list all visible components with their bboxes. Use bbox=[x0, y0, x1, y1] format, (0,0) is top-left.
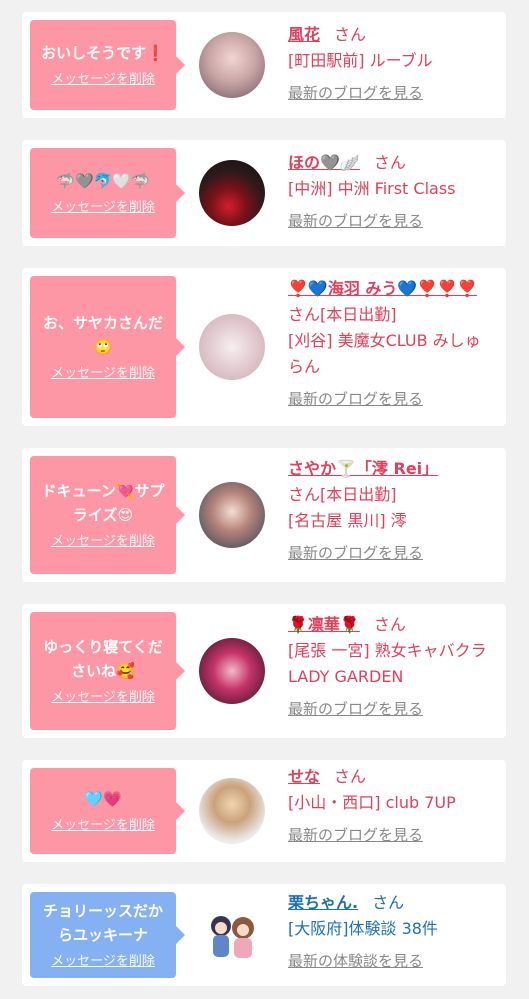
avatar[interactable] bbox=[199, 482, 265, 548]
avatar[interactable] bbox=[199, 638, 265, 704]
honorific: さん bbox=[373, 153, 406, 172]
avatar[interactable] bbox=[199, 902, 265, 968]
message-list: おいしそうです❗ メッセージを削除 風花 さん [町田駅前] ルーブル 最新のブロ… bbox=[0, 0, 529, 999]
delete-message-link[interactable]: メッセージを削除 bbox=[51, 689, 155, 707]
message-text: ドキューン💘サプライズ😍 bbox=[41, 482, 165, 524]
message-card: ゆっくり寝てくださいね🥰 メッセージを削除 🌹凛華🌹 さん [尾張 一宮] 熟女キ… bbox=[22, 604, 506, 738]
avatar[interactable] bbox=[199, 160, 265, 226]
latest-blog-link[interactable]: 最新のブログを見る bbox=[288, 80, 496, 106]
honorific: さん bbox=[334, 767, 367, 786]
profile-info: 栗ちゃん. さん [大阪府]体験談 38件 最新の体験談を見る bbox=[288, 890, 496, 974]
latest-blog-link[interactable]: 最新のブログを見る bbox=[288, 696, 496, 722]
message-bubble: ドキューン💘サプライズ😍 メッセージを削除 bbox=[30, 456, 185, 574]
delete-message-link[interactable]: メッセージを削除 bbox=[51, 365, 155, 383]
profile-info: さやか🍸「澪 Rei」 さん[本日出勤] [名古屋 黒川] 澪 最新のブログを見… bbox=[288, 456, 496, 566]
delete-message-link[interactable]: メッセージを削除 bbox=[51, 953, 155, 971]
profile-name-link[interactable]: せな bbox=[288, 767, 320, 786]
latest-blog-link[interactable]: 最新のブログを見る bbox=[288, 540, 496, 566]
message-text: チョリーッスだからユッキーナ bbox=[42, 902, 163, 944]
profile-name-link[interactable]: さやか🍸「澪 Rei」 bbox=[288, 459, 438, 478]
shop-info: [中洲] 中洲 First Class bbox=[288, 179, 456, 198]
profile-name-link[interactable]: 風花 bbox=[288, 25, 320, 44]
shop-info: [町田駅前] ルーブル bbox=[288, 51, 433, 70]
profile-info: ❣️💙海羽 みう💙❣️❣️❣️ さん[本日出勤] [刈谷] 美魔女CLUB みし… bbox=[288, 276, 496, 412]
shop-info: [刈谷] 美魔女CLUB みしゅらん bbox=[288, 331, 481, 376]
avatar[interactable] bbox=[199, 32, 265, 98]
message-bubble: お、サヤカさんだ🙄 メッセージを削除 bbox=[30, 276, 185, 418]
message-bubble: 🩵💗 メッセージを削除 bbox=[30, 768, 185, 854]
shop-info: [大阪府]体験談 38件 bbox=[288, 919, 438, 938]
delete-message-link[interactable]: メッセージを削除 bbox=[51, 817, 155, 835]
profile-info: ほの🩶🪽 さん [中洲] 中洲 First Class 最新のブログを見る bbox=[288, 150, 496, 234]
shop-info: [尾張 一宮] 熟女キャバクラ LADY GARDEN bbox=[288, 641, 487, 686]
message-text: 🦈🩶🐬🤍🦈 bbox=[56, 172, 150, 190]
message-text: お、サヤカさんだ🙄 bbox=[42, 314, 163, 356]
latest-experience-link[interactable]: 最新の体験談を見る bbox=[288, 948, 496, 974]
latest-blog-link[interactable]: 最新のブログを見る bbox=[288, 208, 496, 234]
profile-name-link[interactable]: 栗ちゃん. bbox=[288, 893, 358, 912]
message-text: おいしそうです❗ bbox=[41, 44, 165, 62]
honorific: さん bbox=[373, 615, 406, 634]
message-bubble: ゆっくり寝てくださいね🥰 メッセージを削除 bbox=[30, 612, 185, 730]
latest-blog-link[interactable]: 最新のブログを見る bbox=[288, 822, 496, 848]
message-text: ゆっくり寝てくださいね🥰 bbox=[43, 638, 163, 680]
delete-message-link[interactable]: メッセージを削除 bbox=[51, 71, 155, 89]
message-bubble: おいしそうです❗ メッセージを削除 bbox=[30, 20, 185, 110]
message-bubble: 🦈🩶🐬🤍🦈 メッセージを削除 bbox=[30, 148, 185, 238]
profile-info: 風花 さん [町田駅前] ルーブル 最新のブログを見る bbox=[288, 22, 496, 106]
profile-info: せな さん [小山・西口] club 7UP 最新のブログを見る bbox=[288, 764, 496, 848]
message-bubble: チョリーッスだからユッキーナ メッセージを削除 bbox=[30, 892, 185, 978]
profile-name-link[interactable]: ほの🩶🪽 bbox=[288, 153, 360, 172]
honorific: さん[本日出勤] bbox=[288, 485, 397, 504]
message-text: 🩵💗 bbox=[84, 790, 122, 808]
avatar[interactable] bbox=[199, 314, 265, 380]
message-card: お、サヤカさんだ🙄 メッセージを削除 ❣️💙海羽 みう💙❣️❣️❣️ さん[本日… bbox=[22, 268, 506, 426]
latest-blog-link[interactable]: 最新のブログを見る bbox=[288, 386, 496, 412]
message-card: ドキューン💘サプライズ😍 メッセージを削除 さやか🍸「澪 Rei」 さん[本日出… bbox=[22, 448, 506, 582]
profile-name-link[interactable]: 🌹凛華🌹 bbox=[288, 615, 360, 634]
shop-info: [小山・西口] club 7UP bbox=[288, 793, 456, 812]
honorific: さん bbox=[334, 25, 367, 44]
delete-message-link[interactable]: メッセージを削除 bbox=[51, 533, 155, 551]
message-card: 🦈🩶🐬🤍🦈 メッセージを削除 ほの🩶🪽 さん [中洲] 中洲 First Clas… bbox=[22, 140, 506, 246]
message-card: おいしそうです❗ メッセージを削除 風花 さん [町田駅前] ルーブル 最新のブロ… bbox=[22, 12, 506, 118]
avatar[interactable] bbox=[199, 778, 265, 844]
message-card: チョリーッスだからユッキーナ メッセージを削除 栗ちゃん. さん [大阪府]体験談… bbox=[22, 884, 506, 986]
delete-message-link[interactable]: メッセージを削除 bbox=[51, 199, 155, 217]
profile-info: 🌹凛華🌹 さん [尾張 一宮] 熟女キャバクラ LADY GARDEN 最新のブロ… bbox=[288, 612, 496, 722]
couple-illustration-icon bbox=[211, 916, 254, 958]
honorific: さん[本日出勤] bbox=[288, 305, 397, 324]
message-card: 🩵💗 メッセージを削除 せな さん [小山・西口] club 7UP 最新のブログ… bbox=[22, 760, 506, 862]
honorific: さん bbox=[372, 893, 405, 912]
profile-name-link[interactable]: ❣️💙海羽 みう💙❣️❣️❣️ bbox=[288, 279, 477, 298]
shop-info: [名古屋 黒川] 澪 bbox=[288, 511, 407, 530]
